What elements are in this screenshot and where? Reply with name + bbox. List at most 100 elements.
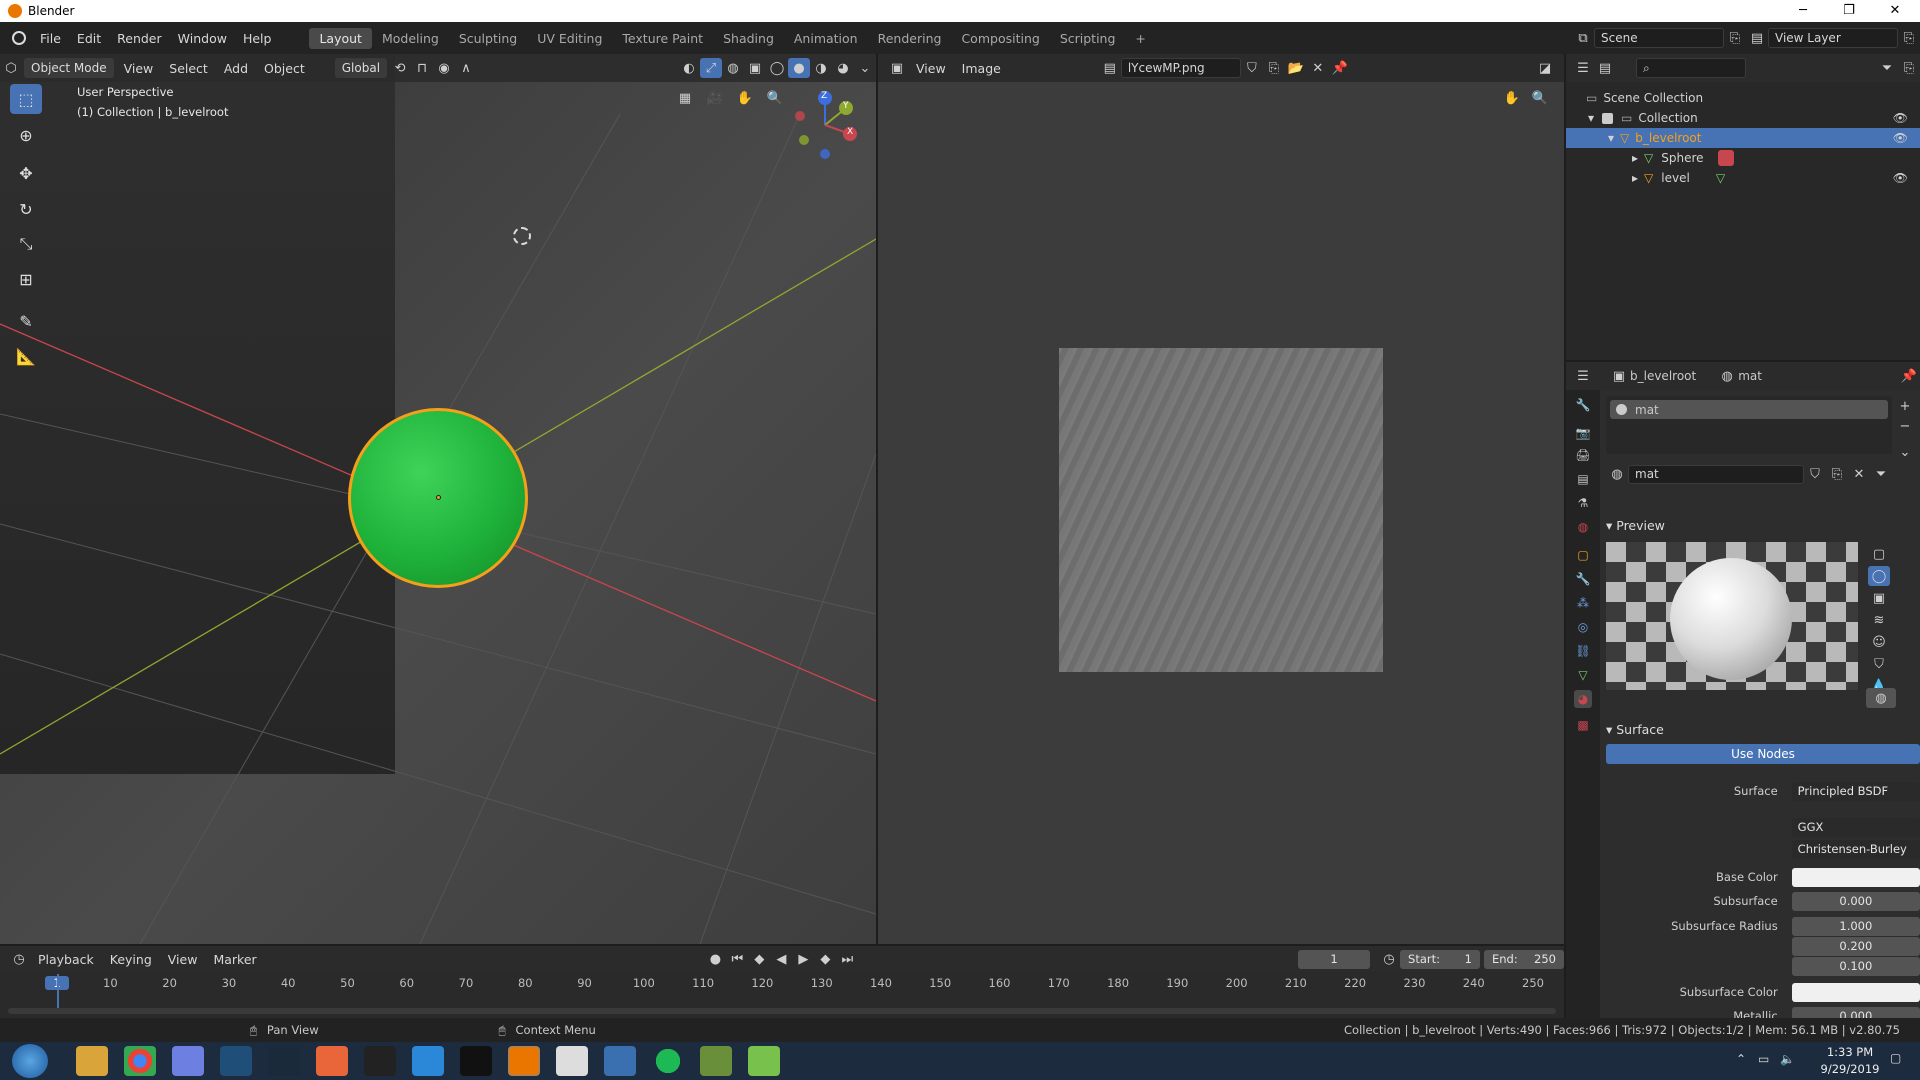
tab-modeling[interactable]: Modeling bbox=[372, 28, 449, 49]
uplay-icon[interactable] bbox=[412, 1046, 444, 1076]
editor-type-icon[interactable]: ⬡ bbox=[0, 58, 22, 78]
new-image-icon[interactable]: ⎘ bbox=[1263, 58, 1285, 78]
tab-sculpting[interactable]: Sculpting bbox=[449, 28, 527, 49]
material-unlink-icon[interactable]: ✕ bbox=[1848, 464, 1870, 484]
preview-monkey-icon[interactable]: ☺ bbox=[1868, 632, 1890, 652]
expand-icon[interactable]: ▸ bbox=[1632, 151, 1638, 165]
preview-world-icon[interactable]: ◍ bbox=[1866, 688, 1896, 708]
tab-rendering[interactable]: Rendering bbox=[868, 28, 952, 49]
preview-panel-header[interactable]: ▾ Preview bbox=[1606, 518, 1665, 533]
subsurface-radius-z-field[interactable]: 0.100 bbox=[1791, 956, 1920, 976]
object-tab-icon[interactable]: ▢ bbox=[1574, 546, 1592, 564]
preview-cube-icon[interactable]: ▣ bbox=[1868, 588, 1890, 608]
close-button[interactable]: ✕ bbox=[1872, 0, 1918, 22]
physics-tab-icon[interactable]: ◎ bbox=[1574, 618, 1592, 636]
subsurface-method-dropdown[interactable]: Christensen-Burley bbox=[1791, 839, 1920, 859]
minimize-button[interactable]: ─ bbox=[1780, 0, 1826, 22]
eye-icon[interactable]: 👁 bbox=[1893, 111, 1908, 125]
image-menu-image[interactable]: Image bbox=[954, 61, 1009, 76]
shading-options-icon[interactable]: ⌄ bbox=[854, 58, 876, 78]
overlay-icon[interactable]: ◍ bbox=[722, 58, 744, 78]
unlink-image-icon[interactable]: ✕ bbox=[1307, 58, 1329, 78]
chrome-icon[interactable] bbox=[124, 1046, 156, 1076]
timeline-scrollbar[interactable] bbox=[8, 1008, 1556, 1014]
properties-editor-type-icon[interactable]: ☰ bbox=[1572, 366, 1594, 386]
select-box-tool-icon[interactable]: ⬚ bbox=[10, 84, 42, 114]
timeline-menu-playback[interactable]: Playback bbox=[30, 952, 102, 967]
properties-editor[interactable]: ☰ ▣ b_levelroot ◍ mat 📌 🔧 📷 🖨 ▤ ⚗ ◍ ▢ 🔧 … bbox=[1566, 362, 1920, 1018]
notepad-icon[interactable] bbox=[748, 1046, 780, 1076]
image-zoom-icon[interactable]: 🔍 bbox=[1529, 88, 1551, 108]
start-frame-field[interactable]: Start: 1 bbox=[1400, 949, 1480, 969]
tab-animation[interactable]: Animation bbox=[784, 28, 868, 49]
tray-arrow-icon[interactable]: ⌃ bbox=[1736, 1052, 1746, 1066]
image-editor[interactable]: ▣ View Image ▤ lYcewMP.png ⛉ ⎘ 📂 ✕ 📌 ◪ ✋… bbox=[878, 54, 1564, 944]
open-image-icon[interactable]: 📂 bbox=[1285, 58, 1307, 78]
scene-icon[interactable]: ⧉ bbox=[1572, 28, 1594, 48]
volume-icon[interactable]: 🔈 bbox=[1780, 1052, 1795, 1066]
timeline-editor-type-icon[interactable]: ◷ bbox=[8, 949, 30, 969]
add-workspace-button[interactable]: + bbox=[1125, 28, 1155, 49]
viewport-menu-view[interactable]: View bbox=[116, 61, 162, 76]
outliner[interactable]: ☰ ▤ ⌕ ⏷ ⎘ ▭ Scene Collection ▾ ▭ Collection… bbox=[1566, 54, 1920, 360]
xray-icon[interactable]: ▣ bbox=[744, 58, 766, 78]
move-tool-icon[interactable]: ✥ bbox=[10, 158, 42, 188]
surface-panel-header[interactable]: ▾ Surface bbox=[1606, 722, 1664, 737]
jump-start-icon[interactable]: ⏮ bbox=[726, 949, 748, 969]
tab-uv-editing[interactable]: UV Editing bbox=[527, 28, 612, 49]
viewport-menu-object[interactable]: Object bbox=[256, 61, 313, 76]
material-fake-user-icon[interactable]: ⛉ bbox=[1804, 464, 1826, 484]
preview-cloth-icon[interactable]: ⛉ bbox=[1868, 654, 1890, 674]
end-frame-field[interactable]: End: 250 bbox=[1484, 949, 1564, 969]
subsurface-radius-x-field[interactable]: 1.000 bbox=[1791, 916, 1920, 936]
scene-tab-icon[interactable]: ⚗ bbox=[1574, 494, 1592, 512]
transform-tool-icon[interactable]: ⊞ bbox=[10, 264, 42, 294]
play-reverse-icon[interactable]: ◀ bbox=[770, 949, 792, 969]
scale-tool-icon[interactable]: ⤡ bbox=[10, 229, 42, 259]
toggle-camera-view-icon[interactable]: ▦ bbox=[674, 88, 696, 108]
outliner-item-sphere[interactable]: ▸ ▽ Sphere bbox=[1566, 148, 1920, 168]
playhead[interactable] bbox=[57, 974, 59, 1010]
view-layer-icon[interactable]: ▤ bbox=[1746, 28, 1768, 48]
subsurface-radius-y-field[interactable]: 0.200 bbox=[1791, 936, 1920, 956]
material-new-icon[interactable]: ⎘ bbox=[1826, 464, 1848, 484]
add-slot-icon[interactable]: + bbox=[1894, 396, 1916, 416]
slot-specials-icon[interactable]: ⌄ bbox=[1894, 442, 1916, 462]
material-link-icon[interactable]: ⏷ bbox=[1870, 464, 1892, 484]
measure-tool-icon[interactable]: 📐 bbox=[10, 341, 42, 371]
camera-icon[interactable]: 🎥 bbox=[704, 88, 726, 108]
expand-icon[interactable]: ▾ bbox=[1608, 131, 1614, 145]
timeline-menu-marker[interactable]: Marker bbox=[205, 952, 264, 967]
pin-icon[interactable]: 📌 bbox=[1329, 58, 1351, 78]
outliner-search-input[interactable]: ⌕ bbox=[1636, 58, 1746, 78]
zoom-icon[interactable]: 🔍 bbox=[764, 88, 786, 108]
tab-compositing[interactable]: Compositing bbox=[951, 28, 1049, 49]
action-center-icon[interactable]: ▢ bbox=[1890, 1051, 1901, 1065]
data-tab-icon[interactable]: ▽ bbox=[1574, 666, 1592, 684]
expand-icon[interactable]: ▾ bbox=[1588, 111, 1594, 125]
view-layer-selector[interactable]: View Layer bbox=[1768, 28, 1898, 48]
render-tab-icon[interactable]: 📷 bbox=[1574, 424, 1592, 442]
image-menu-view[interactable]: View bbox=[908, 61, 954, 76]
new-collection-icon[interactable]: ⎘ bbox=[1898, 58, 1920, 78]
new-scene-icon[interactable]: ⎘ bbox=[1724, 28, 1746, 48]
preview-hair-icon[interactable]: ≋ bbox=[1868, 610, 1890, 630]
texture-tab-icon[interactable]: ▩ bbox=[1574, 716, 1592, 734]
blender-menu-icon[interactable] bbox=[12, 31, 26, 45]
fake-user-icon[interactable]: ⛉ bbox=[1241, 58, 1263, 78]
metallic-field[interactable]: 0.000 bbox=[1791, 1006, 1920, 1018]
solid-shading-icon[interactable]: ● bbox=[788, 58, 810, 78]
surface-shader-dropdown[interactable]: Principled BSDF bbox=[1791, 781, 1920, 801]
minecraft-icon[interactable] bbox=[700, 1046, 732, 1076]
viewport-menu-select[interactable]: Select bbox=[161, 61, 216, 76]
display-mode-icon[interactable]: ▤ bbox=[1594, 58, 1616, 78]
eye-icon[interactable]: 👁 bbox=[1893, 171, 1908, 185]
image-name-field[interactable]: lYcewMP.png bbox=[1120, 58, 1241, 78]
tab-layout[interactable]: Layout bbox=[309, 27, 372, 49]
next-keyframe-icon[interactable]: ◆ bbox=[814, 949, 836, 969]
outliner-filter-icon[interactable]: ⏷ bbox=[1876, 58, 1898, 78]
spotify-icon[interactable] bbox=[652, 1046, 684, 1076]
scene-selector[interactable]: Scene bbox=[1594, 28, 1724, 48]
falloff-icon[interactable]: ∧ bbox=[455, 58, 477, 78]
image-browse-icon[interactable]: ▤ bbox=[1099, 58, 1121, 78]
